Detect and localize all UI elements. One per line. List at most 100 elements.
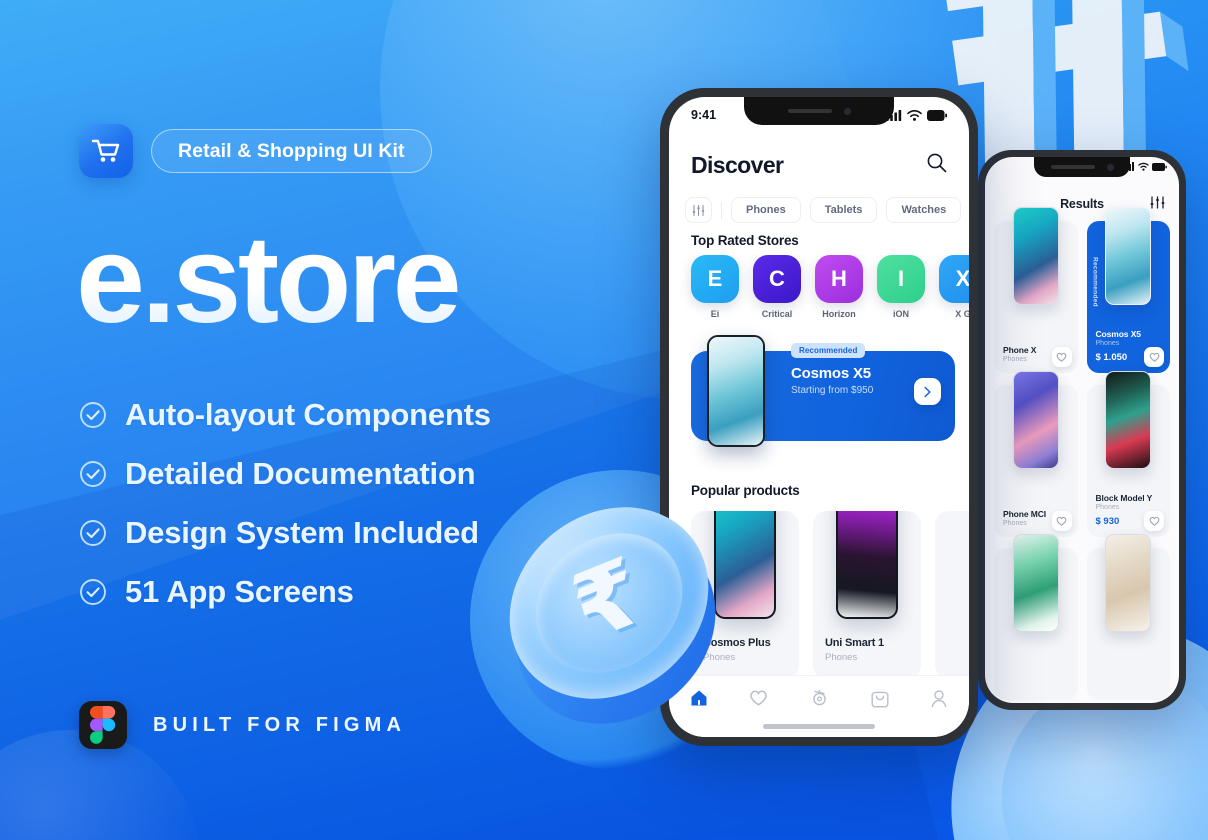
store-name: Horizon — [822, 309, 856, 319]
chip-phones[interactable]: Phones — [731, 197, 801, 223]
heart-icon — [1056, 352, 1067, 362]
discover-title: Discover — [691, 151, 784, 178]
promo-subtitle: Starting from $950 — [791, 385, 874, 396]
tab-profile[interactable] — [930, 689, 948, 713]
chip-divider — [721, 201, 722, 219]
feature-item: Detailed Documentation — [79, 444, 491, 503]
product-category: Phones — [1095, 503, 1120, 511]
heart-icon — [1149, 516, 1159, 526]
store-avatar: E — [691, 255, 739, 303]
heart-icon — [750, 690, 768, 706]
results-phone-mockup: Results Phone X Phones Recommended Cosmo… — [978, 150, 1186, 710]
battery-icon — [927, 109, 947, 121]
poster-canvas: Retail & Shopping UI Kit e.store Auto-la… — [0, 0, 1208, 840]
store-avatar: C — [753, 255, 801, 303]
results-card[interactable]: Block Model Y Phones $ 930 — [1086, 370, 1170, 537]
top-rated-stores-list: E Ei C Critical H Horizon I iON X X G — [669, 255, 969, 325]
product-thumbnail — [1012, 370, 1059, 469]
cellular-signal-icon — [1123, 162, 1134, 171]
search-button[interactable] — [926, 152, 947, 178]
built-for-figma-label: BUILT FOR FIGMA — [153, 713, 407, 736]
check-circle-icon — [79, 578, 107, 606]
feature-item: 51 App Screens — [79, 562, 491, 621]
heart-icon — [1056, 516, 1067, 526]
feature-label: 51 App Screens — [125, 573, 354, 609]
figma-logo-badge — [79, 701, 127, 749]
page-title: e.store — [76, 211, 462, 349]
store-item[interactable]: C Critical — [753, 255, 801, 325]
results-card[interactable] — [1086, 534, 1170, 701]
results-product-grid: Phone X Phones Recommended Cosmos X5 Pho… — [985, 207, 1179, 703]
recommended-tag: Recommended — [791, 343, 866, 358]
brand-badge-row: Retail & Shopping UI Kit — [79, 124, 432, 178]
results-status-bar — [1123, 162, 1167, 171]
popular-products-title: Popular products — [691, 483, 800, 498]
wifi-icon — [1138, 162, 1149, 171]
tab-home[interactable] — [690, 689, 708, 712]
shopping-cart-icon — [91, 139, 120, 162]
heart-icon — [1149, 352, 1159, 362]
favorite-button[interactable] — [1144, 510, 1164, 531]
store-avatar: H — [815, 255, 863, 303]
discover-status-bar: 9:41 — [669, 105, 969, 125]
tab-favorites[interactable] — [749, 689, 768, 711]
feature-label: Design System Included — [125, 514, 479, 550]
product-thumbnail — [1105, 534, 1152, 633]
product-name: Block Model Y — [1095, 492, 1153, 503]
store-avatar: X — [939, 255, 969, 303]
compare-scale-icon — [813, 689, 826, 706]
results-card[interactable]: Recommended Cosmos X5 Phones $ 1.050 — [1086, 207, 1170, 373]
store-item[interactable]: I iON — [877, 255, 925, 325]
results-card[interactable]: Phone X Phones — [994, 207, 1078, 373]
wifi-icon — [907, 109, 922, 121]
store-name: X G — [955, 309, 969, 319]
figma-logo-icon — [90, 706, 116, 744]
feature-item: Design System Included — [79, 503, 491, 562]
promo-next-button[interactable] — [914, 378, 941, 405]
chip-tablets[interactable]: Tablets — [809, 197, 878, 223]
popular-card[interactable] — [935, 511, 969, 679]
product-thumbnail — [714, 511, 776, 619]
sliders-filter-icon — [692, 204, 705, 216]
phone-notch — [1034, 157, 1130, 177]
results-filter-button[interactable] — [1150, 195, 1165, 215]
product-thumbnail — [1012, 534, 1059, 633]
product-thumbnail — [1012, 207, 1059, 305]
search-icon — [927, 153, 947, 173]
status-time: 9:41 — [691, 108, 717, 122]
product-category: Phones — [825, 652, 858, 663]
popular-card[interactable]: Uni Smart 1 Phones — [813, 511, 921, 679]
store-name: Ei — [710, 309, 720, 319]
home-icon — [691, 690, 707, 706]
store-item[interactable]: X X G — [939, 255, 969, 325]
recommended-promo-banner[interactable]: Recommended Cosmos X5 Starting from $950 — [691, 335, 955, 447]
product-name: Uni Smart 1 — [825, 637, 884, 649]
category-filter-row: Phones Tablets Watches — [669, 195, 969, 225]
chip-watches[interactable]: Watches — [886, 197, 962, 223]
store-item[interactable]: H Horizon — [815, 255, 863, 325]
shopping-bag-icon — [871, 691, 889, 708]
filter-button[interactable] — [685, 197, 712, 223]
sliders-filter-icon — [1150, 196, 1165, 209]
results-card[interactable]: Phone MCI Phones — [994, 370, 1078, 537]
favorite-button[interactable] — [1051, 347, 1072, 367]
check-circle-icon — [79, 401, 107, 429]
promo-title: Cosmos X5 — [791, 365, 871, 382]
store-avatar: I — [877, 255, 925, 303]
top-rated-stores-title: Top Rated Stores — [691, 233, 799, 248]
promo-thumbnail — [707, 335, 765, 447]
product-thumbnail — [1105, 207, 1152, 305]
tab-cart[interactable] — [871, 689, 889, 713]
results-title: Results — [1060, 197, 1104, 211]
product-thumbnail — [1105, 370, 1152, 469]
check-circle-icon — [79, 460, 107, 488]
built-for-figma-row: BUILT FOR FIGMA — [79, 701, 406, 749]
favorite-button[interactable] — [1051, 510, 1072, 531]
results-card[interactable] — [994, 534, 1078, 701]
discover-header: Discover — [669, 143, 969, 187]
favorite-button[interactable] — [1144, 347, 1164, 367]
tab-compare[interactable] — [810, 689, 829, 713]
store-item[interactable]: E Ei — [691, 255, 739, 325]
store-name: Critical — [761, 309, 793, 319]
feature-item: Auto-layout Components — [79, 385, 491, 444]
